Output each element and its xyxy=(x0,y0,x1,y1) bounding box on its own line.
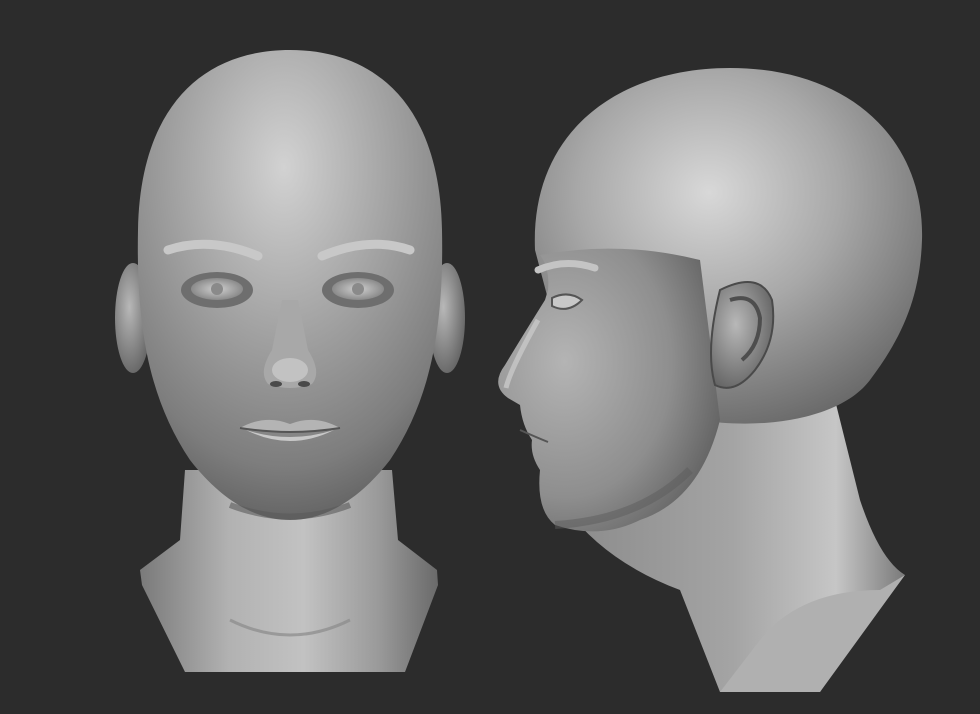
front-right-eye xyxy=(322,272,394,308)
front-left-eye xyxy=(181,272,253,308)
render-viewport xyxy=(0,0,980,714)
sculpt-render xyxy=(0,0,980,714)
front-view xyxy=(115,50,465,672)
